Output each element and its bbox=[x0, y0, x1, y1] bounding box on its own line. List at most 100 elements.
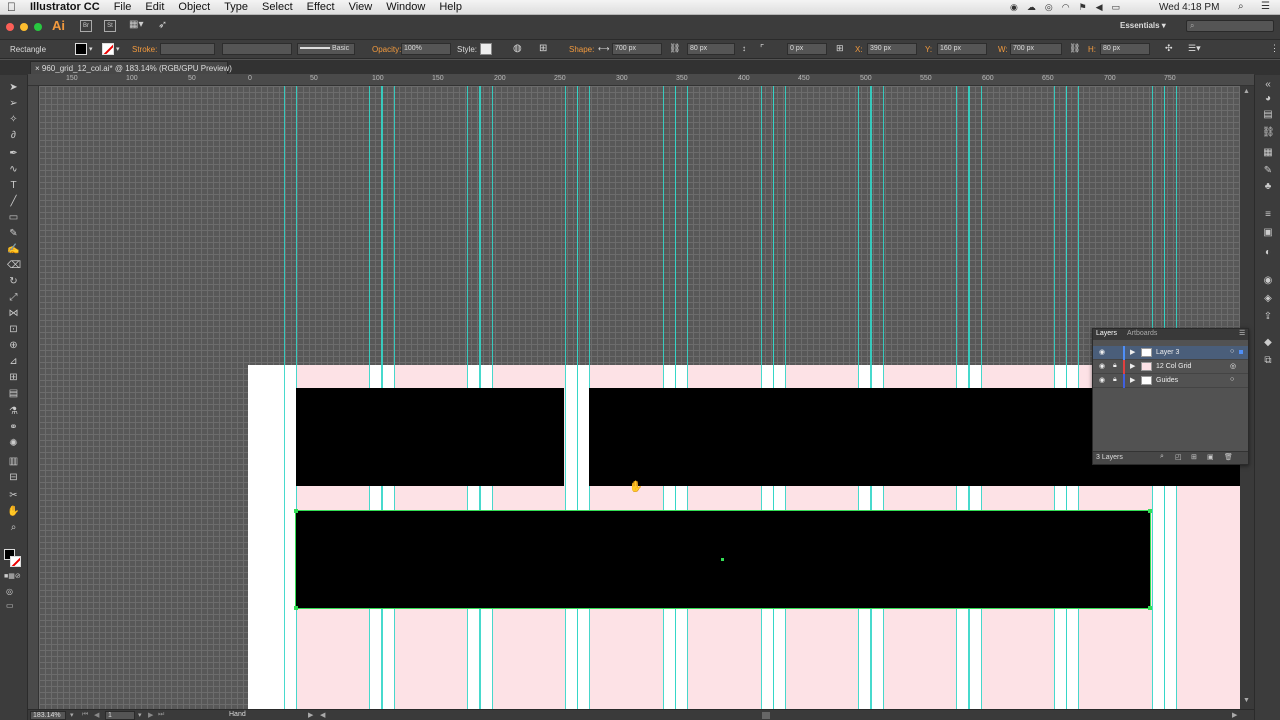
visibility-eye-icon[interactable]: ◉ bbox=[1099, 348, 1105, 356]
target-icon[interactable]: ○ bbox=[1230, 348, 1234, 355]
menubar-clock[interactable]: Wed 4:18 PM bbox=[1159, 2, 1219, 13]
lock-icon[interactable]: 🔒︎ bbox=[1113, 376, 1117, 384]
shape-label[interactable]: Shape: bbox=[569, 45, 594, 54]
stroke-panel-icon[interactable]: ≡ bbox=[1262, 209, 1274, 221]
battery-icon[interactable]: ▭ bbox=[1112, 2, 1121, 13]
layers-icon[interactable]: ◆ bbox=[1262, 337, 1274, 349]
panel-menu-icon[interactable]: ☰▾ bbox=[1188, 43, 1201, 54]
delete-layer-icon[interactable]: 🗑︎ bbox=[1224, 453, 1233, 461]
recolor-artwork-icon[interactable]: ◍ bbox=[513, 43, 522, 54]
next-artboard-icon[interactable]: ▶ bbox=[148, 711, 153, 719]
draw-mode-icon[interactable]: ◎ bbox=[6, 587, 13, 596]
scroll-right-arrow-icon[interactable]: ▶ bbox=[1232, 711, 1237, 719]
status-menu-icon[interactable]: ▶ bbox=[308, 711, 313, 719]
links-icon[interactable]: ⛓ bbox=[1262, 127, 1275, 139]
menu-window[interactable]: Window bbox=[379, 1, 432, 13]
black-rectangle-top-left[interactable] bbox=[296, 388, 564, 486]
stroke-label[interactable]: Stroke: bbox=[132, 45, 157, 54]
mesh-tool-icon[interactable]: ⊞ bbox=[7, 371, 20, 384]
window-zoom-button[interactable] bbox=[34, 23, 42, 31]
paintbrush-tool-icon[interactable]: ✎ bbox=[7, 227, 20, 240]
width-field[interactable]: 700 px bbox=[1010, 43, 1062, 55]
shape-width-field[interactable]: 700 px bbox=[612, 43, 662, 55]
zoom-dropdown-icon[interactable]: ▾ bbox=[70, 711, 74, 719]
magic-wand-tool-icon[interactable]: ✧ bbox=[7, 113, 20, 126]
corner-radius-field[interactable]: 0 px bbox=[787, 43, 827, 55]
bridge-button[interactable]: Br bbox=[80, 20, 92, 32]
selection-handle[interactable] bbox=[294, 509, 298, 513]
align-to-icon[interactable]: ⊞ bbox=[539, 43, 547, 54]
screen-mode-icon[interactable]: ▭ bbox=[6, 601, 14, 610]
zoom-tool-icon[interactable]: ⌕ bbox=[7, 521, 20, 534]
x-label[interactable]: X: bbox=[855, 45, 863, 54]
artboard-dropdown-icon[interactable]: ▾ bbox=[138, 711, 142, 719]
transparency-icon[interactable]: ◐ bbox=[1262, 247, 1274, 259]
scroll-up-arrow-icon[interactable]: ▲ bbox=[1243, 88, 1250, 95]
cloud-icon[interactable]: ☁ bbox=[1027, 2, 1036, 13]
artboards-icon[interactable]: ⧉ bbox=[1262, 355, 1274, 367]
app-menu[interactable]: Illustrator CC bbox=[23, 1, 107, 13]
visibility-eye-icon[interactable]: ◉ bbox=[1099, 362, 1105, 370]
corner-type-icon[interactable]: ⌜ bbox=[760, 43, 764, 54]
graphic-style-swatch[interactable] bbox=[480, 43, 492, 55]
tab-artboards[interactable]: Artboards bbox=[1127, 330, 1157, 337]
swatches-icon[interactable]: ▦ bbox=[1262, 147, 1274, 159]
eyedropper-tool-icon[interactable]: ⚗ bbox=[7, 405, 20, 418]
artboard-tool-icon[interactable]: ⊟ bbox=[7, 471, 20, 484]
rectangle-tool-icon[interactable]: ▭ bbox=[7, 211, 20, 224]
new-sublayer-icon[interactable]: ⊞ bbox=[1191, 453, 1197, 461]
layer-name[interactable]: 12 Col Grid bbox=[1156, 363, 1191, 370]
gradient-tool-icon[interactable]: ▤ bbox=[7, 387, 20, 400]
reference-point-icon[interactable]: ⊞ bbox=[836, 43, 844, 54]
collapse-panels-icon[interactable]: « bbox=[1262, 79, 1274, 91]
appearance-icon[interactable]: ◉ bbox=[1262, 275, 1274, 287]
layer-name[interactable]: Guides bbox=[1156, 377, 1178, 384]
gradient-panel-icon[interactable]: ▣ bbox=[1262, 227, 1274, 239]
eye-icon[interactable]: ◎ bbox=[1045, 2, 1053, 13]
last-artboard-icon[interactable]: ⏭ bbox=[158, 711, 164, 719]
y-position-field[interactable]: 160 px bbox=[937, 43, 987, 55]
horizontal-scroll-thumb[interactable] bbox=[762, 712, 770, 719]
shape-builder-tool-icon[interactable]: ⊕ bbox=[7, 339, 20, 352]
close-tab-icon[interactable]: × bbox=[35, 64, 40, 73]
pen-tool-icon[interactable]: ✒ bbox=[7, 147, 20, 160]
control-panel-options-icon[interactable]: ⋮ bbox=[1270, 43, 1279, 54]
window-close-button[interactable] bbox=[6, 23, 14, 31]
menu-object[interactable]: Object bbox=[171, 1, 217, 13]
rotate-tool-icon[interactable]: ↻ bbox=[7, 275, 20, 288]
symbol-sprayer-tool-icon[interactable]: ✺ bbox=[7, 437, 20, 450]
gpu-performance-icon[interactable]: ➶ bbox=[158, 18, 167, 31]
opacity-label[interactable]: Opacity: bbox=[372, 45, 401, 54]
volume-icon[interactable]: ◀ bbox=[1096, 2, 1103, 13]
shape-height-field[interactable]: 80 px bbox=[687, 43, 735, 55]
selection-tool-icon[interactable]: ➤ bbox=[7, 81, 20, 94]
type-tool-icon[interactable]: T bbox=[7, 179, 20, 192]
search-adobe-stock-input[interactable]: ⌕ bbox=[1186, 20, 1274, 32]
menu-select[interactable]: Select bbox=[255, 1, 300, 13]
eraser-tool-icon[interactable]: ⌫ bbox=[7, 259, 21, 272]
variable-width-profile[interactable] bbox=[222, 43, 292, 55]
target-icon[interactable]: ◎ bbox=[1230, 362, 1236, 370]
transform-icon[interactable]: ✣ bbox=[1165, 43, 1173, 54]
stroke-weight-field[interactable] bbox=[160, 43, 215, 55]
stroke-swatch[interactable] bbox=[102, 43, 114, 55]
scroll-left-arrow-icon[interactable]: ◀ bbox=[320, 711, 325, 719]
cc-libraries-icon[interactable]: ▤ bbox=[1262, 109, 1274, 121]
shaper-tool-icon[interactable]: ✍ bbox=[7, 243, 20, 256]
fill-swatch[interactable] bbox=[75, 43, 87, 55]
layer-row-layer-3[interactable]: ◉ ▶ Layer 3 ○ bbox=[1093, 346, 1248, 360]
width-tool-icon[interactable]: ⋈ bbox=[7, 307, 20, 320]
notification-center-icon[interactable]: ☰ bbox=[1261, 1, 1270, 12]
expand-arrow-icon[interactable]: ▶ bbox=[1130, 348, 1135, 356]
selection-handle[interactable] bbox=[1148, 606, 1152, 610]
column-graph-tool-icon[interactable]: ▥ bbox=[7, 455, 20, 468]
selection-handle[interactable] bbox=[294, 606, 298, 610]
perspective-grid-tool-icon[interactable]: ⊿ bbox=[7, 355, 20, 368]
zoom-level-field[interactable]: 183.14% bbox=[30, 711, 66, 720]
h-label[interactable]: H: bbox=[1088, 45, 1096, 54]
stroke-dropdown-icon[interactable]: ▾ bbox=[116, 45, 120, 53]
constrain-link-icon[interactable]: ⛓ bbox=[669, 43, 680, 54]
selected-art-indicator[interactable] bbox=[1239, 350, 1243, 354]
menu-help[interactable]: Help bbox=[432, 1, 469, 13]
flag-icon[interactable]: ⚑ bbox=[1079, 2, 1087, 13]
